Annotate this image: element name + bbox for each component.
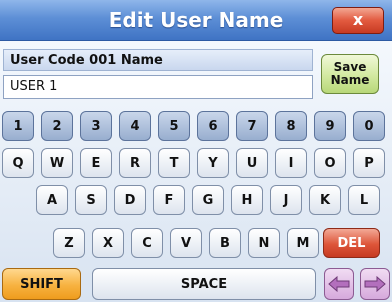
key-j[interactable]: J (270, 185, 302, 215)
key-e[interactable]: E (80, 148, 112, 178)
key-h[interactable]: H (231, 185, 263, 215)
key-y[interactable]: Y (197, 148, 229, 178)
key-p[interactable]: P (353, 148, 385, 178)
key-q[interactable]: Q (2, 148, 34, 178)
key-o[interactable]: O (314, 148, 346, 178)
key-4[interactable]: 4 (119, 111, 151, 141)
key-1[interactable]: 1 (2, 111, 34, 141)
key-t[interactable]: T (158, 148, 190, 178)
right-arrow-key[interactable] (360, 268, 390, 300)
key-x[interactable]: X (92, 228, 124, 258)
key-v[interactable]: V (170, 228, 202, 258)
key-w[interactable]: W (41, 148, 73, 178)
key-8[interactable]: 8 (275, 111, 307, 141)
title-bar: Edit User Name x (0, 0, 392, 41)
key-2[interactable]: 2 (41, 111, 73, 141)
key-9[interactable]: 9 (314, 111, 346, 141)
name-field-label: User Code 001 Name (3, 49, 313, 71)
key-b[interactable]: B (209, 228, 241, 258)
key-g[interactable]: G (192, 185, 224, 215)
save-button-label-line2: Name (330, 73, 370, 87)
key-a[interactable]: A (36, 185, 68, 215)
close-button[interactable]: x (332, 7, 384, 34)
key-m[interactable]: M (287, 228, 319, 258)
arrow-left-icon (328, 276, 350, 292)
key-0[interactable]: 0 (353, 111, 385, 141)
key-d[interactable]: D (114, 185, 146, 215)
key-7[interactable]: 7 (236, 111, 268, 141)
key-r[interactable]: R (119, 148, 151, 178)
delete-key[interactable]: DEL (323, 228, 380, 258)
key-u[interactable]: U (236, 148, 268, 178)
shift-key[interactable]: SHIFT (2, 268, 81, 300)
key-6[interactable]: 6 (197, 111, 229, 141)
key-i[interactable]: I (275, 148, 307, 178)
key-s[interactable]: S (75, 185, 107, 215)
name-input[interactable]: USER 1 (3, 75, 313, 99)
save-name-button[interactable]: Save Name (321, 54, 379, 94)
key-c[interactable]: C (131, 228, 163, 258)
arrow-right-icon (364, 276, 386, 292)
key-z[interactable]: Z (53, 228, 85, 258)
space-key[interactable]: SPACE (92, 268, 316, 300)
key-f[interactable]: F (153, 185, 185, 215)
key-k[interactable]: K (309, 185, 341, 215)
key-n[interactable]: N (248, 228, 280, 258)
key-l[interactable]: L (348, 185, 380, 215)
left-arrow-key[interactable] (324, 268, 354, 300)
key-3[interactable]: 3 (80, 111, 112, 141)
key-5[interactable]: 5 (158, 111, 190, 141)
